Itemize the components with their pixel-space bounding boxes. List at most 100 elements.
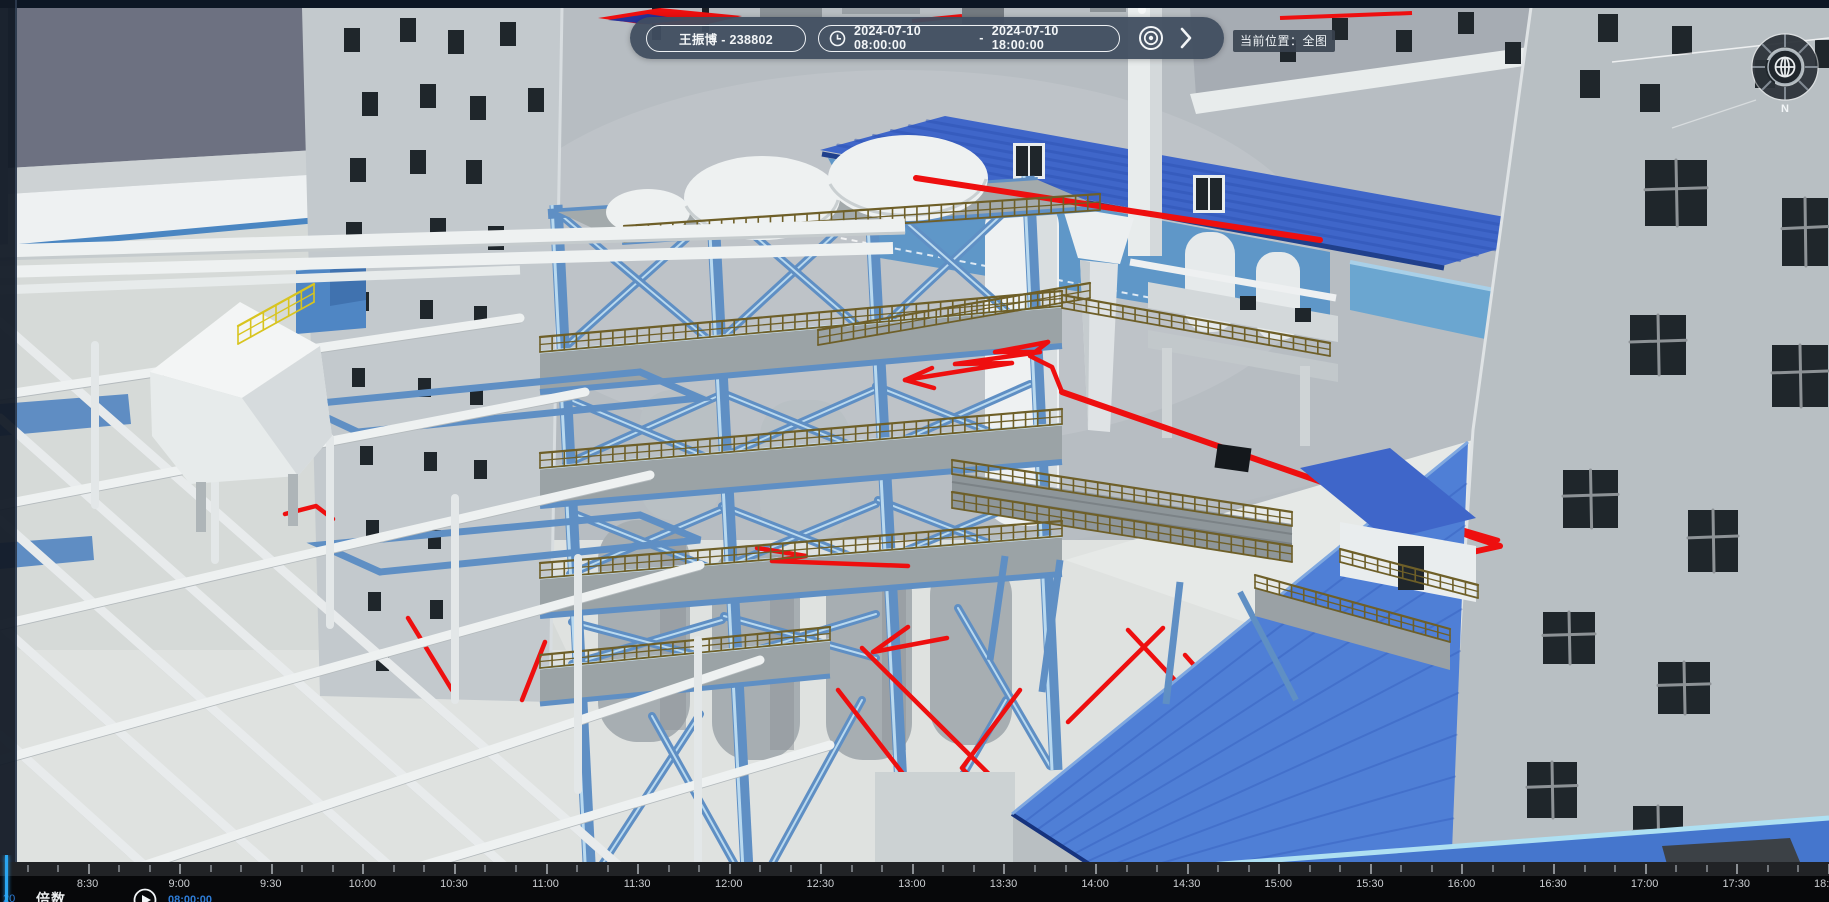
timeline-playhead[interactable] (5, 855, 8, 902)
timeline-tick (759, 865, 761, 872)
compass-north-label: N (1781, 103, 1789, 115)
timeline-tick (1645, 864, 1647, 874)
window (1505, 42, 1521, 64)
timeline-tick (1523, 865, 1525, 872)
person-tag-label: 王振博 - 238802 (679, 29, 773, 48)
window (448, 30, 464, 54)
timeline-tick (1675, 865, 1677, 872)
window (1580, 70, 1600, 98)
timeline-tick (1584, 865, 1586, 872)
timeline-tick-label: 17:00 (1631, 878, 1659, 890)
timeline-tick (484, 865, 486, 872)
timeline-tick-label: 9:30 (260, 878, 281, 890)
window (1458, 12, 1474, 34)
time-range-pill[interactable]: 2024-07-10 08:00:00 - 2024-07-10 18:00:0… (818, 25, 1120, 52)
building-left (296, 8, 562, 702)
clock-icon (829, 30, 846, 47)
timeline-playback-bar: 8:309:009:3010:0010:3011:0011:3012:0012:… (0, 855, 1829, 902)
scene-viewport-3d[interactable] (0, 0, 1829, 902)
playhead-time-label: 08:00:00 (168, 894, 212, 902)
current-location-badge: 当前位置：全图 (1233, 30, 1335, 52)
timeline-tick (1736, 864, 1738, 874)
person-tag-pill[interactable]: 王振博 - 238802 (646, 25, 806, 52)
timeline-tick (393, 865, 395, 872)
timeline-scrubber[interactable] (0, 862, 1829, 876)
window (500, 22, 516, 46)
timeline-tick (1309, 865, 1311, 872)
locate-person-button[interactable] (1136, 23, 1166, 53)
window (368, 592, 381, 611)
window (1030, 146, 1042, 176)
timeline-tick (88, 864, 90, 874)
window (410, 150, 426, 174)
timeline-tick (1278, 864, 1280, 874)
timeline-tick (240, 865, 242, 872)
compass-navigation-widget[interactable]: N (1748, 32, 1822, 116)
timeline-tick (301, 865, 303, 872)
timeline-tick (149, 865, 151, 872)
timeline-tick (362, 864, 364, 874)
window (424, 452, 437, 471)
timeline-tick (271, 864, 273, 874)
timeline-tick (1126, 865, 1128, 872)
timeline-tick (515, 865, 517, 872)
time-start-value: 2024-07-10 08:00:00 (854, 24, 971, 52)
timeline-tick (27, 865, 29, 872)
window (352, 368, 365, 387)
timeline-tick (1431, 865, 1433, 872)
timeline-tick-label: 13:00 (898, 878, 926, 890)
viewport-top-edge (0, 0, 1829, 8)
play-button[interactable] (133, 888, 157, 902)
window (420, 84, 436, 108)
app-viewport: 王振博 - 238802 2024-07-10 08:00:00 - 2024-… (0, 0, 1829, 902)
timeline-tick (1614, 865, 1616, 872)
current-location-label: 当前位置：全图 (1240, 34, 1328, 48)
timeline-tick (729, 864, 731, 874)
window (350, 158, 366, 182)
time-end-value: 2024-07-10 18:00:00 (992, 24, 1109, 52)
timeline-tick (1339, 865, 1341, 872)
timeline-tick-label: 17:30 (1722, 878, 1750, 890)
timeline-tick-label: 9:00 (168, 878, 189, 890)
timeline-tick (210, 865, 212, 872)
window (1196, 178, 1208, 210)
timeline-tick (576, 865, 578, 872)
timeline-tick (1461, 864, 1463, 874)
timeline-tick (118, 865, 120, 872)
viewport-left-edge (0, 0, 15, 902)
dome-tank (828, 135, 988, 221)
timeline-tick (851, 865, 853, 872)
timeline-tick-label: 16:00 (1448, 878, 1476, 890)
timeline-tick (57, 865, 59, 872)
window (362, 92, 378, 116)
timeline-tick (1187, 864, 1189, 874)
timeline-tick-label: 8:30 (77, 878, 98, 890)
timeline-tick (1767, 865, 1769, 872)
timeline-tick (1034, 865, 1036, 872)
timeline-tick (698, 865, 700, 872)
window (360, 446, 373, 465)
timeline-tick-label: 15:00 (1264, 878, 1292, 890)
timeline-tick (1797, 865, 1799, 872)
window (528, 88, 544, 112)
window (470, 96, 486, 120)
window (474, 460, 487, 479)
window (1640, 84, 1660, 112)
timeline-tick-label: 16:30 (1539, 878, 1567, 890)
timeline-tick (668, 865, 670, 872)
timeline-tick (1370, 864, 1372, 874)
time-separator: - (979, 31, 983, 45)
timeline-tick (1003, 864, 1005, 874)
timeline-tick-label: 11:00 (532, 878, 559, 890)
timeline-tick-label: 15:30 (1356, 878, 1384, 890)
next-arrow-button[interactable] (1174, 23, 1198, 53)
timeline-tick (912, 864, 914, 874)
timeline-tick-label: 14:30 (1173, 878, 1201, 890)
speed-multiplier-label: 倍数 (36, 889, 66, 902)
window (344, 28, 360, 52)
timeline-tick (1065, 865, 1067, 872)
timeline-tick (1248, 865, 1250, 872)
window (466, 160, 482, 184)
timeline-tick-label: 12:00 (715, 878, 743, 890)
timeline-tick (637, 864, 639, 874)
